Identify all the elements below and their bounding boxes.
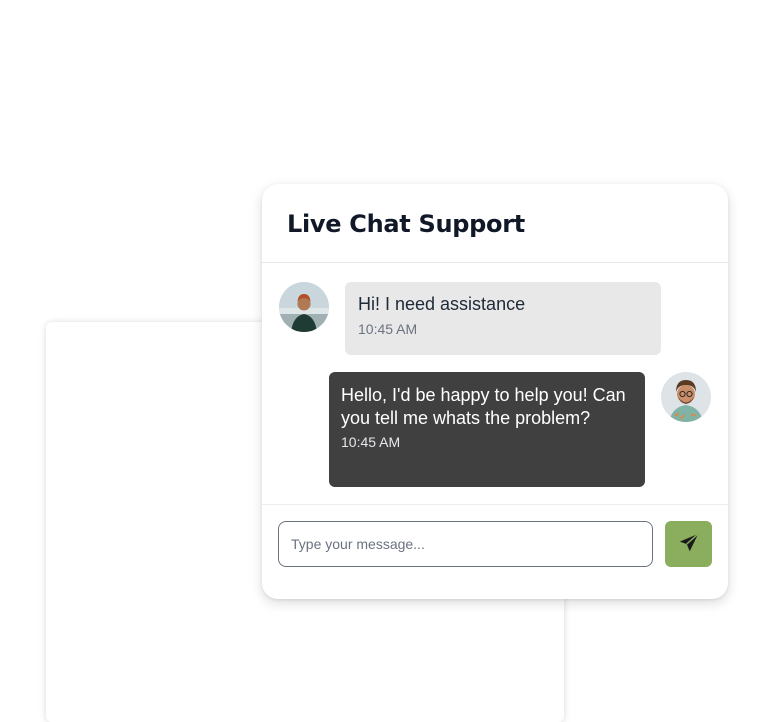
message-time: 10:45 AM — [358, 321, 418, 337]
message-bubble-incoming: Hi! I need assistance 10:45 AM — [345, 282, 661, 355]
message-text: Hi! I need assistance — [358, 294, 526, 314]
agent-avatar — [279, 282, 329, 332]
message-text: Hello, I'd be happy to help you! Can you… — [341, 385, 626, 428]
chat-header: Live Chat Support — [262, 184, 728, 263]
message-input[interactable] — [278, 521, 653, 567]
chat-widget: Live Chat Support Hi! I need assistance … — [262, 184, 728, 599]
message-bubble-outgoing: Hello, I'd be happy to help you! Can you… — [329, 372, 645, 487]
user-avatar — [661, 372, 711, 422]
message-composer — [262, 505, 728, 598]
message-time: 10:45 AM — [341, 434, 401, 450]
paper-plane-icon — [678, 532, 700, 557]
message-list: Hi! I need assistance 10:45 AM Hello, I'… — [262, 263, 728, 505]
chat-title: Live Chat Support — [287, 210, 525, 238]
send-button[interactable] — [665, 521, 712, 567]
